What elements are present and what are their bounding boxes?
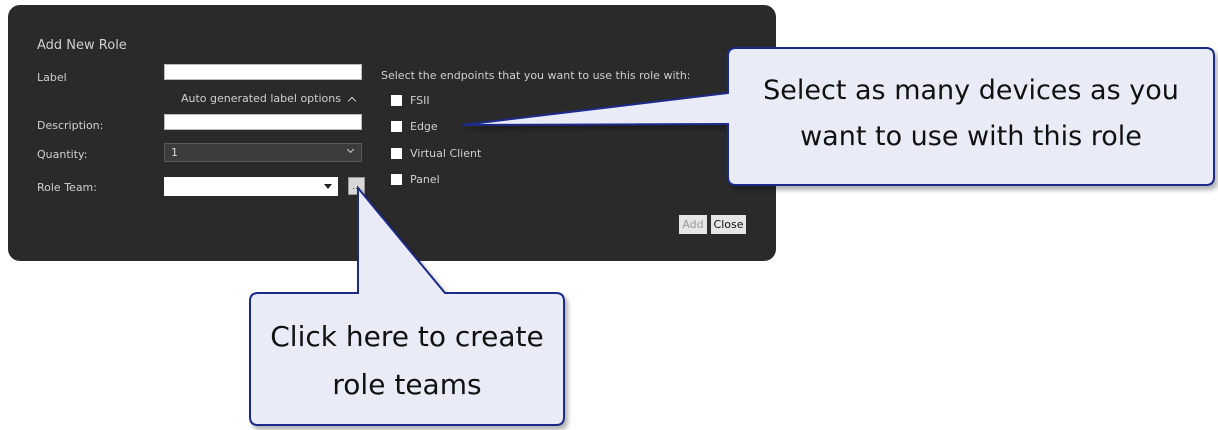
teams-callout-line: role teams	[332, 368, 482, 401]
devices-callout-line: want to use with this role	[800, 121, 1142, 152]
devices-callout-line: Select as many devices as you	[763, 75, 1179, 106]
callout-shapes	[249, 47, 1215, 426]
devices-callout-text: Select as many devices as you want to us…	[728, 68, 1214, 160]
teams-callout-line: Click here to create	[270, 320, 544, 353]
teams-callout-text: Click here to create role teams	[250, 313, 564, 409]
